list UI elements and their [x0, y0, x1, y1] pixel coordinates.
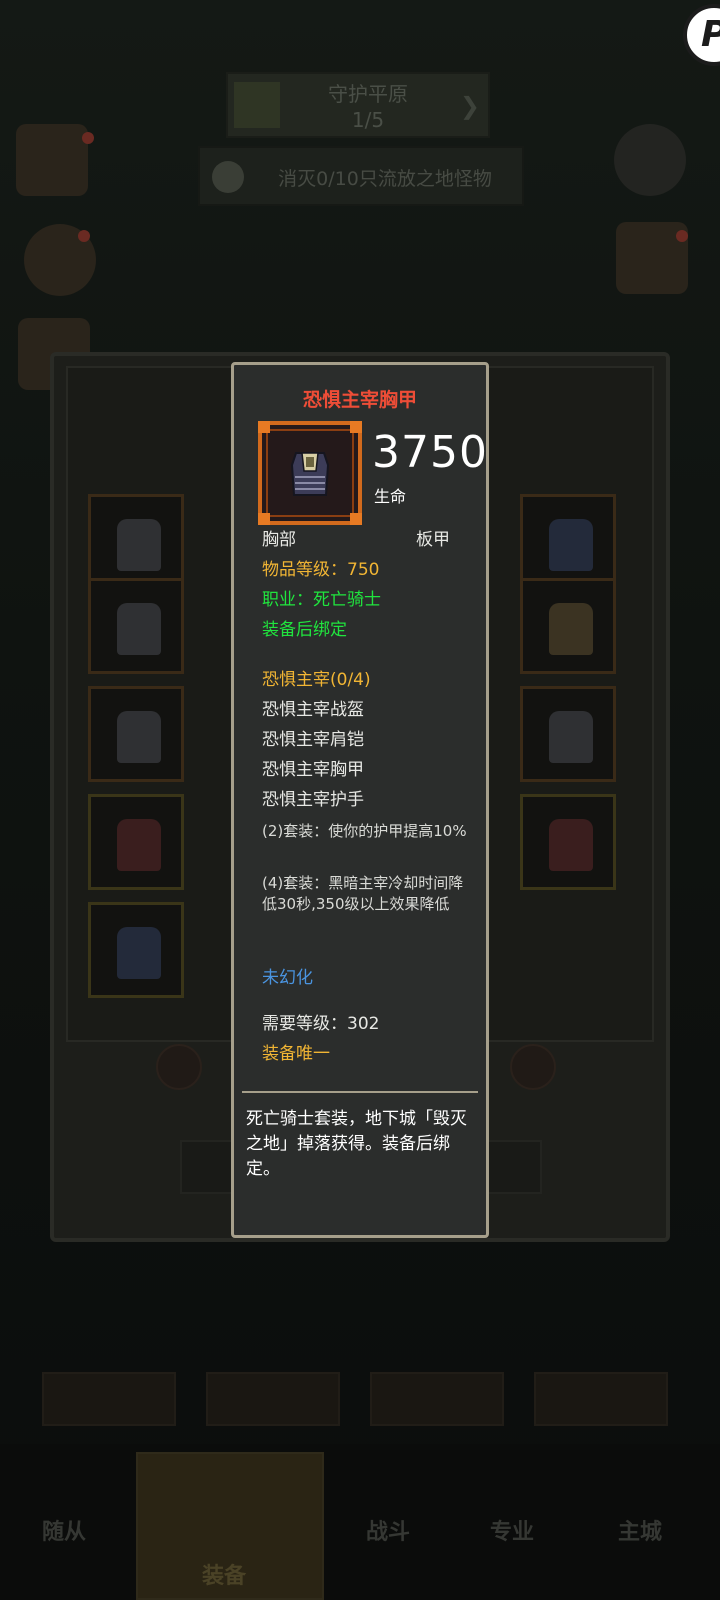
nav-tab-battle[interactable]: 战斗: [366, 1514, 410, 1546]
filter-button[interactable]: [156, 1044, 202, 1090]
equipment-slot[interactable]: [88, 494, 184, 590]
quest-banner[interactable]: 守护平原 1/5 ❯: [226, 72, 490, 138]
chevron-right-icon: ❯: [459, 92, 480, 120]
quest-title: 守护平原: [328, 82, 408, 106]
task-banner[interactable]: 消灭0/10只流放之地怪物: [198, 146, 524, 206]
equipment-slot[interactable]: [88, 578, 184, 674]
armor-icon: [117, 519, 161, 571]
equipment-slot[interactable]: [520, 686, 616, 782]
divider: [242, 1091, 478, 1093]
nav-tab-followers[interactable]: 随从: [42, 1514, 86, 1546]
item-description: 死亡骑士套装，地下城「毁灭之地」掉落获得。装备后绑定。: [246, 1109, 467, 1179]
task-icon: [212, 161, 244, 193]
notification-badge: [82, 132, 94, 144]
equipment-slot[interactable]: [88, 794, 184, 890]
set-bonus-2: (2)套装：使你的护甲提高10%: [262, 822, 467, 840]
sub-tab[interactable]: [370, 1372, 504, 1426]
set-item: 恐惧主宰肩铠: [262, 730, 364, 750]
nav-tab-profession[interactable]: 专业: [490, 1514, 534, 1546]
armor-icon: [117, 603, 161, 655]
notification-badge: [676, 230, 688, 242]
bottom-nav: 随从 战斗 专业 主城: [0, 1444, 720, 1600]
item-icon-frame: [258, 421, 362, 525]
item-level: 物品等级：750: [262, 560, 380, 580]
scroll-icon[interactable]: [16, 124, 88, 196]
armor-icon: [117, 927, 161, 979]
armor-icon: [549, 519, 593, 571]
chest-armor-icon: [290, 452, 330, 496]
sub-tab[interactable]: [42, 1372, 176, 1426]
equipment-slot[interactable]: [520, 578, 616, 674]
armor-icon: [549, 603, 593, 655]
nav-tab-main-city[interactable]: 主城: [618, 1514, 662, 1546]
sub-tab[interactable]: [206, 1372, 340, 1426]
p-logo-icon: P: [701, 14, 720, 55]
armor-type: 板甲: [416, 530, 450, 550]
stat-label: 生命: [374, 487, 407, 506]
bind-type: 装备后绑定: [262, 620, 347, 640]
notification-badge: [78, 230, 90, 242]
set-item: 恐惧主宰胸甲: [262, 760, 364, 780]
quest-icon: [234, 82, 280, 128]
nav-tab-equipment[interactable]: 装备: [136, 1452, 324, 1600]
nav-tab-equipment-label: 装备: [202, 1564, 247, 1589]
equipment-slot[interactable]: [520, 494, 616, 590]
equipment-slot[interactable]: [520, 794, 616, 890]
quest-progress: 1/5: [351, 108, 385, 132]
armor-icon: [549, 819, 593, 871]
required-level: 需要等级：302: [262, 1014, 380, 1034]
equipment-slot[interactable]: [88, 686, 184, 782]
armor-icon: [117, 819, 161, 871]
gear-icon[interactable]: [614, 124, 686, 196]
slot-type: 胸部: [262, 530, 296, 550]
filter-button[interactable]: [510, 1044, 556, 1090]
item-tooltip: 恐惧主宰胸甲 3750 生命 胸部 板甲 物品等级：750 职业：死亡骑士 装备…: [231, 362, 489, 1238]
unique-equipped: 装备唯一: [262, 1044, 330, 1064]
armor-icon: [117, 711, 161, 763]
equipment-slot[interactable]: [88, 902, 184, 998]
sub-tab[interactable]: [534, 1372, 668, 1426]
armor-icon: [549, 711, 593, 763]
set-name: 恐惧主宰(0/4): [262, 670, 371, 690]
set-bonus-4: (4)套装：黑暗主宰冷却时间降低30秒,350级以上效果降低: [262, 874, 464, 913]
item-name: 恐惧主宰胸甲: [302, 389, 417, 411]
stat-value: 3750: [372, 427, 488, 478]
transmog-status: 未幻化: [262, 968, 313, 988]
task-text: 消灭0/10只流放之地怪物: [278, 168, 492, 190]
set-item: 恐惧主宰护手: [262, 790, 364, 810]
set-item: 恐惧主宰战盔: [262, 700, 364, 720]
class-requirement: 职业：死亡骑士: [262, 590, 381, 610]
